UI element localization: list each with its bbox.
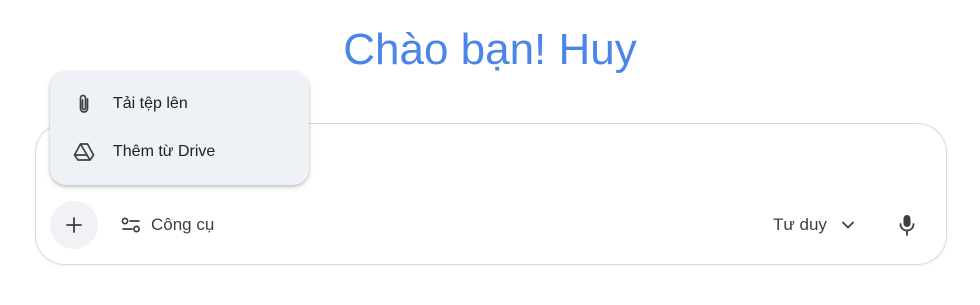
tools-label: Công cụ [151, 215, 215, 234]
chevron-down-icon [842, 221, 854, 229]
menu-item-upload-file[interactable]: Tải tệp lên [50, 81, 309, 127]
drive-icon [72, 140, 96, 164]
add-button[interactable] [50, 201, 98, 249]
page: Chào bạn! Huy Công cụ Tư duy Tải tệp lên… [0, 0, 980, 305]
mode-selector[interactable]: Tư duy [773, 207, 855, 243]
upload-menu: Tải tệp lên Thêm từ Drive [50, 71, 309, 185]
microphone-icon [899, 215, 915, 236]
paperclip-icon [72, 92, 96, 116]
plus-icon [66, 217, 82, 233]
tune-icon [121, 217, 140, 233]
microphone-button[interactable] [890, 208, 924, 242]
tools-button[interactable]: Công cụ [120, 207, 214, 243]
greeting-title: Chào bạn! Huy [343, 25, 637, 74]
menu-item-label: Tải tệp lên [113, 95, 188, 112]
mode-label: Tư duy [773, 215, 827, 234]
menu-item-label: Thêm từ Drive [113, 143, 216, 160]
menu-item-add-from-drive[interactable]: Thêm từ Drive [50, 129, 309, 175]
